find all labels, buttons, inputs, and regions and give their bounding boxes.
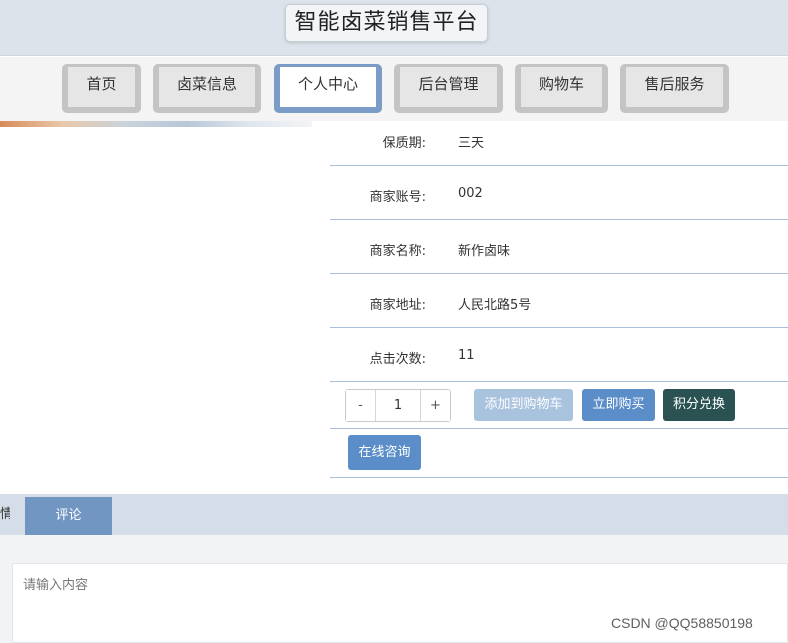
increment-button[interactable]: + bbox=[420, 390, 450, 421]
detail-label: 点击次数: bbox=[369, 352, 426, 367]
detail-value: 新作卤味 bbox=[458, 244, 511, 259]
detail-row-shelf-life: 保质期: 三天 bbox=[330, 112, 788, 166]
nav-item-dish-info[interactable]: 卤菜信息 bbox=[153, 64, 261, 113]
add-to-cart-button[interactable]: 添加到购物车 bbox=[474, 389, 573, 421]
nav-item-home[interactable]: 首页 bbox=[62, 64, 141, 113]
site-title: 智能卤菜销售平台 bbox=[285, 4, 488, 42]
points-redeem-button[interactable]: 积分兑换 bbox=[663, 389, 735, 421]
detail-tabs: 情 评论 bbox=[0, 494, 788, 535]
image-area bbox=[0, 127, 330, 492]
detail-value: 002 bbox=[458, 186, 483, 201]
detail-row-click-count: 点击次数: 11 bbox=[330, 328, 788, 382]
tab-details[interactable]: 情 bbox=[0, 494, 10, 535]
purchase-actions: - 1 + 添加到购物车 立即购买 积分兑换 bbox=[330, 382, 788, 429]
decrement-button[interactable]: - bbox=[346, 390, 376, 421]
detail-row-merchant-account: 商家账号: 002 bbox=[330, 166, 788, 220]
detail-label: 商家名称: bbox=[369, 244, 426, 259]
detail-value: 人民北路5号 bbox=[458, 298, 532, 313]
detail-row-merchant-address: 商家地址: 人民北路5号 bbox=[330, 274, 788, 328]
detail-value: 三天 bbox=[458, 136, 485, 151]
detail-label: 商家账号: bbox=[369, 190, 426, 205]
tab-comments[interactable]: 评论 bbox=[25, 497, 112, 535]
consult-row: 在线咨询 bbox=[330, 429, 788, 478]
watermark: CSDN @QQ58850198 bbox=[611, 615, 753, 631]
detail-row-merchant-name: 商家名称: 新作卤味 bbox=[330, 220, 788, 274]
nav-item-admin[interactable]: 后台管理 bbox=[394, 64, 503, 113]
comment-input[interactable]: 请输入内容 bbox=[12, 563, 788, 643]
buy-now-button[interactable]: 立即购买 bbox=[582, 389, 655, 421]
detail-label: 保质期: bbox=[382, 136, 426, 151]
nav-item-cart[interactable]: 购物车 bbox=[515, 64, 608, 113]
detail-label: 商家地址: bbox=[369, 298, 426, 313]
nav-item-personal-center[interactable]: 个人中心 bbox=[274, 64, 382, 113]
top-header: 智能卤菜销售平台 bbox=[0, 0, 788, 56]
comment-placeholder: 请输入内容 bbox=[23, 578, 89, 593]
online-consult-button[interactable]: 在线咨询 bbox=[348, 435, 421, 470]
quantity-value[interactable]: 1 bbox=[376, 390, 420, 421]
nav-item-after-sales[interactable]: 售后服务 bbox=[620, 64, 729, 113]
detail-value: 11 bbox=[458, 348, 475, 363]
quantity-stepper: - 1 + bbox=[345, 389, 451, 422]
